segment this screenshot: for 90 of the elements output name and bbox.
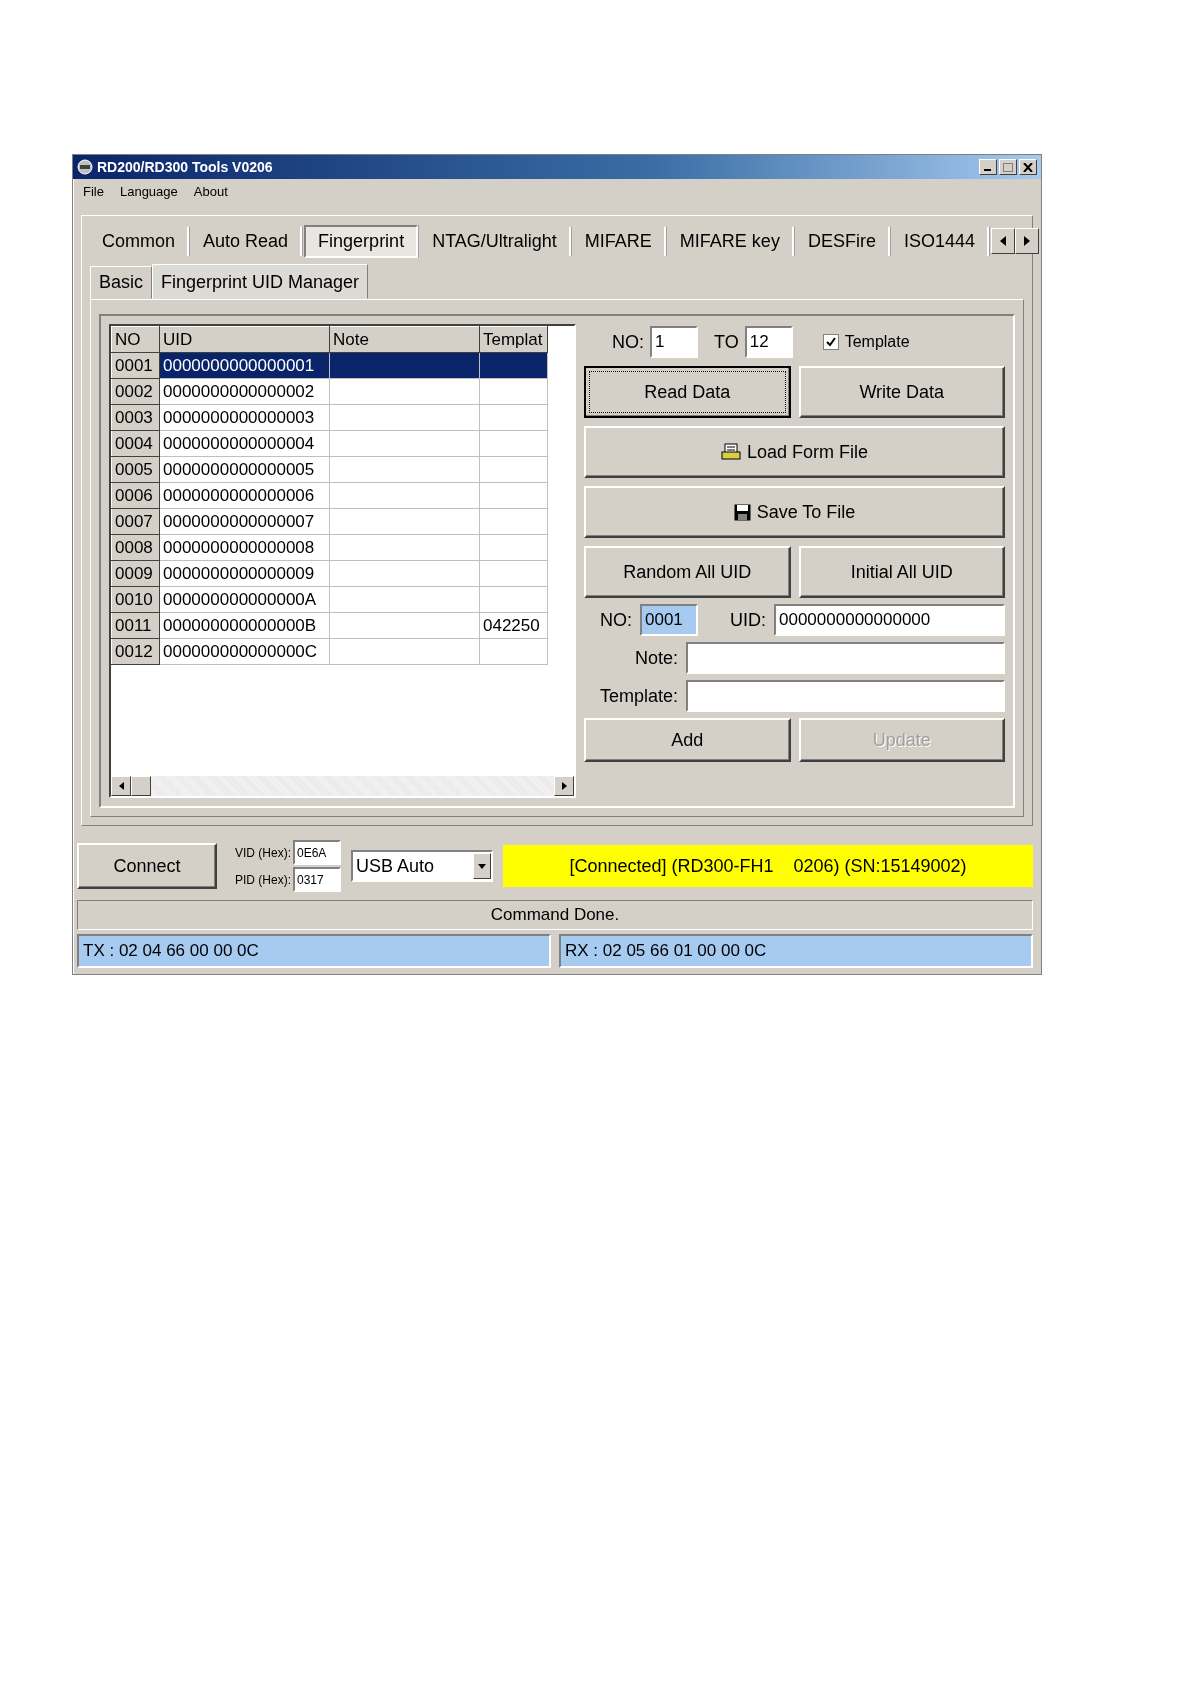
vid-label: VID (Hex): [234, 845, 291, 860]
pid-label: PID (Hex): [234, 872, 291, 887]
tab[interactable]: Common [90, 226, 190, 256]
row-header[interactable]: 0012 [111, 638, 160, 665]
no-label: NO: [599, 609, 632, 631]
table-cell: 0000000000000001 [159, 352, 330, 379]
action-button[interactable]: Save To File [584, 486, 1005, 538]
to-label: TO [714, 331, 739, 353]
row-header[interactable]: 0001 [111, 352, 160, 379]
pid-field[interactable]: 0317 [293, 867, 341, 892]
checkbox-label: Template [844, 333, 910, 351]
number-field[interactable]: 0001 [640, 604, 698, 636]
table-cell: 0000000000000008 [159, 534, 330, 561]
caret-icon [478, 863, 486, 869]
row-header[interactable]: 0011 [111, 612, 160, 639]
connection-status: [Connected] (RD300-FH1 0206) (SN:15149002) [503, 845, 1033, 887]
action-button[interactable]: Write Data [798, 366, 1005, 418]
row-header[interactable]: 0002 [111, 378, 160, 405]
port-dropdown[interactable]: USB Auto [351, 850, 493, 882]
row-header[interactable]: 0008 [111, 534, 160, 561]
table-cell: 000000000000000A [159, 586, 330, 613]
tab[interactable]: NTAG/Ultralight [420, 226, 571, 256]
tab[interactable]: Auto Read [191, 226, 303, 256]
template-field[interactable] [686, 680, 1005, 712]
table-cell: 000000000000000B [159, 612, 330, 639]
tab[interactable]: ISO1444 [891, 226, 989, 256]
table-cell: 0000000000000003 [159, 404, 330, 431]
maximize-button[interactable] [999, 159, 1017, 175]
table-cell: 0000000000000009 [159, 560, 330, 587]
scroll-left-button[interactable] [990, 228, 1015, 254]
table-cell: 000000000000000C [159, 638, 330, 665]
row-header[interactable]: 0005 [111, 456, 160, 483]
left-arrow-icon [118, 782, 124, 790]
uid-label: UID: [729, 609, 766, 631]
printer-icon [720, 443, 741, 461]
action-button[interactable]: Initial All UID [798, 546, 1005, 598]
app-icon [77, 159, 93, 175]
column-header[interactable]: NO [111, 326, 160, 353]
horizontal-scrollbar[interactable] [111, 776, 574, 796]
window-title: RD200/RD300 Tools V0206 [97, 159, 274, 175]
note-label: Note: [633, 647, 678, 669]
table-cell: 0000000000000005 [159, 456, 330, 483]
row-header[interactable]: 0006 [111, 482, 160, 509]
from-label: NO: [612, 331, 644, 353]
right-arrow-icon [1023, 236, 1030, 246]
status-bar: Command Done. [77, 900, 1033, 930]
subtab[interactable]: Basic [90, 266, 152, 299]
menu-item[interactable]: Language [119, 184, 178, 202]
tab[interactable]: MIFARE key [667, 226, 794, 256]
action-button[interactable]: Read Data [584, 366, 791, 418]
minimize-button[interactable] [979, 159, 997, 175]
table-cell: 0000000000000006 [159, 482, 330, 509]
menu-item[interactable]: File [83, 184, 104, 202]
uid-field[interactable]: 0000000000000000 [774, 604, 1005, 636]
row-header[interactable]: 0009 [111, 560, 160, 587]
vid-field[interactable]: 0E6A [293, 840, 341, 865]
rx-field: RX : 02 05 66 01 00 00 0C [559, 934, 1033, 968]
column-header[interactable]: Note [329, 326, 480, 353]
table-cell: 0000000000000002 [159, 378, 330, 405]
row-header[interactable]: 0007 [111, 508, 160, 535]
row-header[interactable]: 0004 [111, 430, 160, 457]
action-button[interactable]: Load Form File [584, 426, 1005, 478]
scroll-right-button[interactable] [1014, 228, 1039, 254]
left-arrow-icon [999, 236, 1006, 246]
right-arrow-icon [561, 782, 567, 790]
from-field[interactable]: 1 [650, 326, 698, 358]
table-cell: 042250 [483, 615, 540, 635]
maximize-icon [1003, 162, 1013, 172]
row-header[interactable]: 0003 [111, 404, 160, 431]
template-checkbox[interactable] [822, 334, 839, 350]
subtab[interactable]: Fingerprint UID Manager [152, 264, 369, 299]
tab[interactable]: DESFire [795, 226, 890, 256]
scroll-thumb[interactable] [131, 776, 151, 796]
action-button[interactable]: Random All UID [584, 546, 791, 598]
note-field[interactable] [686, 642, 1005, 674]
to-field[interactable]: 12 [744, 326, 793, 358]
tab[interactable]: MIFARE [572, 226, 666, 256]
tx-field: TX : 02 04 66 00 00 0C [77, 934, 551, 968]
table-cell: 0000000000000007 [159, 508, 330, 535]
table-cell: 0000000000000004 [159, 430, 330, 457]
close-icon [1023, 162, 1033, 172]
connect-button[interactable]: Connect [77, 843, 217, 889]
template-label: Template: [598, 685, 678, 707]
tab[interactable]: Fingerprint [304, 224, 419, 258]
action-button[interactable]: Add [584, 718, 791, 762]
close-button[interactable] [1019, 159, 1037, 175]
menu-item[interactable]: About [193, 184, 228, 202]
column-header[interactable]: UID [159, 326, 330, 353]
row-header[interactable]: 0010 [111, 586, 160, 613]
column-header[interactable]: Templat [479, 326, 548, 353]
